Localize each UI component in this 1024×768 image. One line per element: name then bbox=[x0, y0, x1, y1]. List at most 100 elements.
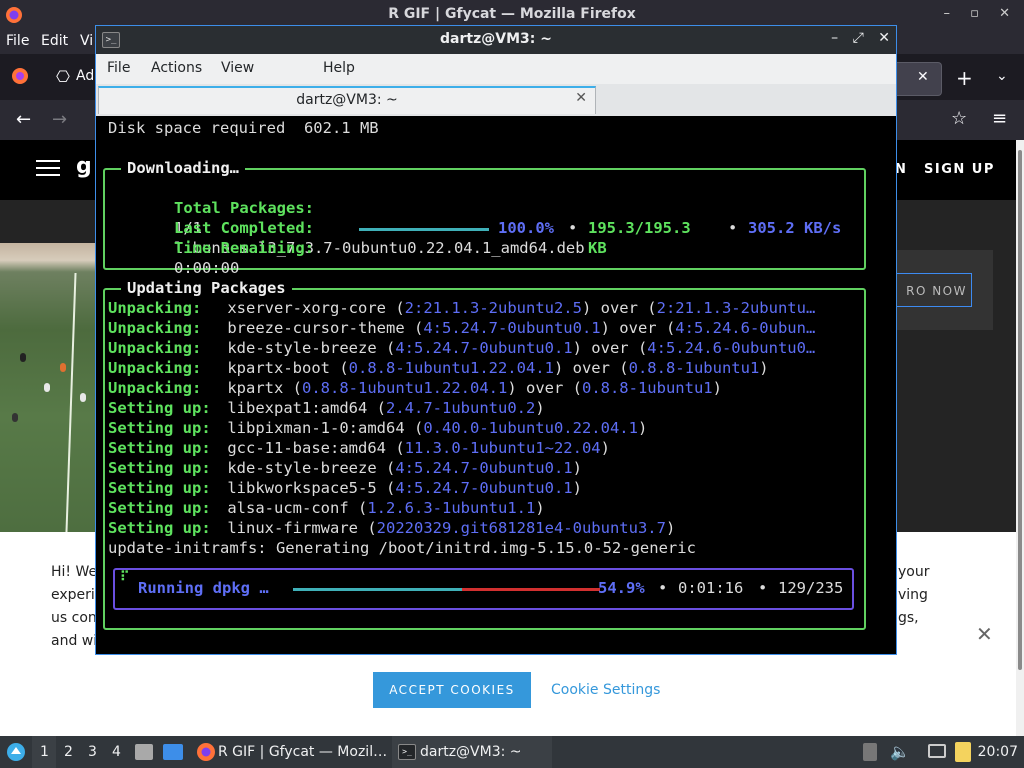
package-action: Unpacking: bbox=[108, 319, 202, 337]
konsole-menubar: File Actions View Help bbox=[96, 54, 896, 84]
package-name: breeze-cursor-theme bbox=[227, 319, 414, 337]
show-desktop-icon[interactable] bbox=[163, 744, 183, 760]
package-paren: ( bbox=[339, 359, 349, 377]
page-scrollbar-thumb[interactable] bbox=[1018, 150, 1022, 670]
package-line: Unpacking: xserver-xorg-core (2:21.1.3-2… bbox=[108, 298, 815, 318]
download-size-unit: KB bbox=[588, 239, 607, 257]
konsole-menu-file[interactable]: File bbox=[107, 60, 130, 76]
bookmark-star-icon[interactable]: ☆ bbox=[951, 108, 967, 129]
package-name: kpartx-boot bbox=[227, 359, 340, 377]
tab-close-icon[interactable]: ✕ bbox=[575, 90, 587, 106]
cookie-text-line: and wi bbox=[51, 633, 98, 649]
package-paren: ( bbox=[395, 299, 405, 317]
package-action: Unpacking: bbox=[108, 339, 202, 357]
package-over: ) bbox=[600, 439, 610, 457]
konsole-menu-view[interactable]: View bbox=[221, 60, 254, 76]
new-tab-icon[interactable]: + bbox=[956, 66, 973, 90]
firefox-menu-view[interactable]: Vi bbox=[80, 33, 93, 49]
site-menu-icon[interactable] bbox=[36, 160, 60, 176]
download-progress-track bbox=[359, 228, 489, 231]
download-size: 195.3/195.3 bbox=[588, 219, 691, 237]
package-line: Unpacking: kpartx (0.8.8-1ubuntu1.22.04.… bbox=[108, 378, 722, 398]
konsole-titlebar[interactable]: >_ dartz@VM3: ~ – ⤢ ✕ bbox=[96, 26, 896, 54]
updating-packages-title: Updating Packages bbox=[121, 278, 292, 298]
taskbar-konsole[interactable]: >_ dartz@VM3: ~ bbox=[392, 736, 552, 768]
back-arrow-icon[interactable]: ← bbox=[16, 109, 31, 130]
package-new-version: 4:5.24.7-0ubuntu0.1 bbox=[423, 319, 601, 337]
package-name: libpixman-1-0:amd64 bbox=[227, 419, 414, 437]
dpkg-progress-track bbox=[293, 588, 600, 591]
package-paren: ( bbox=[358, 499, 368, 517]
site-logo-icon[interactable]: g bbox=[76, 154, 92, 179]
package-new-version: 4:5.24.7-0ubuntu0.1 bbox=[395, 459, 573, 477]
cookie-text-line: ving bbox=[898, 587, 928, 603]
package-action: Setting up: bbox=[108, 519, 211, 537]
package-line: Setting up: libkworkspace5-5 (4:5.24.7-0… bbox=[108, 478, 582, 498]
konsole-menu-actions[interactable]: Actions bbox=[151, 60, 202, 76]
package-new-version: 0.8.8-1ubuntu1.22.04.1 bbox=[302, 379, 508, 397]
separator-dot: • bbox=[758, 579, 768, 597]
cookie-settings-link[interactable]: Cookie Settings bbox=[551, 682, 660, 698]
package-paren: ( bbox=[376, 399, 386, 417]
package-action: Setting up: bbox=[108, 399, 211, 417]
clipboard-icon[interactable] bbox=[863, 743, 877, 761]
firefox-menu-edit[interactable]: Edit bbox=[41, 33, 68, 49]
terminal-area[interactable]: Disk space required 602.1 MB Downloading… bbox=[96, 116, 896, 654]
download-progress-fill bbox=[359, 228, 489, 231]
separator-dot: • bbox=[568, 219, 578, 237]
konsole-tab[interactable]: dartz@VM3: ~ ✕ bbox=[98, 86, 596, 114]
cookie-close-icon[interactable]: ✕ bbox=[976, 622, 993, 646]
volume-icon[interactable]: 🔈 bbox=[890, 742, 910, 761]
package-new-version: 4:5.24.7-0ubuntu0.1 bbox=[395, 479, 573, 497]
file-manager-icon[interactable] bbox=[135, 744, 153, 760]
firefox-tab-partial[interactable]: Ad bbox=[76, 68, 94, 84]
package-action: Setting up: bbox=[108, 479, 211, 497]
taskbar-firefox[interactable]: R GIF | Gfycat — Mozil… bbox=[192, 736, 388, 768]
video-thumbnail[interactable] bbox=[0, 243, 95, 532]
firefox-active-tab-end[interactable]: ✕ bbox=[895, 62, 942, 96]
package-name: libkworkspace5-5 bbox=[227, 479, 386, 497]
forward-arrow-icon[interactable]: → bbox=[52, 109, 67, 130]
package-over: ) over ( bbox=[553, 359, 629, 377]
firefox-view-icon[interactable] bbox=[10, 66, 30, 90]
package-line: Unpacking: breeze-cursor-theme (4:5.24.7… bbox=[108, 318, 815, 338]
hamburger-menu-icon[interactable]: ≡ bbox=[992, 108, 1007, 129]
app-launcher-icon[interactable] bbox=[6, 742, 26, 766]
konsole-window-title: dartz@VM3: ~ bbox=[440, 31, 552, 47]
package-line: Setting up: libexpat1:amd64 (2.4.7-1ubun… bbox=[108, 398, 545, 418]
notes-icon[interactable] bbox=[955, 742, 971, 762]
firefox-window-controls[interactable]: – ▫ ✕ bbox=[944, 6, 1018, 21]
display-icon[interactable] bbox=[928, 744, 946, 758]
package-line: Setting up: gcc-11-base:amd64 (11.3.0-1u… bbox=[108, 438, 610, 458]
desktop-switch-1[interactable]: 1 bbox=[40, 744, 49, 760]
download-percent: 100.0% bbox=[498, 219, 554, 237]
tab-list-chevron-icon[interactable]: ⌄ bbox=[996, 68, 1008, 84]
package-over: ) bbox=[572, 459, 582, 477]
konsole-menu-help[interactable]: Help bbox=[323, 60, 355, 76]
desktop-switch-2[interactable]: 2 bbox=[64, 744, 73, 760]
site-sign-up-link[interactable]: SIGN UP bbox=[924, 162, 995, 177]
package-over: ) bbox=[535, 499, 545, 517]
accept-cookies-button[interactable]: ACCEPT COOKIES bbox=[373, 672, 531, 708]
desktop-switch-4[interactable]: 4 bbox=[112, 744, 121, 760]
package-action: Unpacking: bbox=[108, 379, 202, 397]
package-old-version: 2:21.1.3-2ubuntu… bbox=[656, 299, 816, 317]
terminal-app-icon: >_ bbox=[398, 744, 416, 760]
package-over: ) over ( bbox=[572, 339, 648, 357]
firefox-icon bbox=[196, 742, 216, 766]
taskbar-konsole-label: dartz@VM3: ~ bbox=[420, 744, 522, 760]
tab-puzzle-icon: ⎔ bbox=[56, 67, 70, 86]
close-window-icon[interactable]: ✕ bbox=[878, 30, 890, 46]
desktop-switch-3[interactable]: 3 bbox=[88, 744, 97, 760]
site-promo-button[interactable]: RO NOW bbox=[895, 273, 972, 307]
firefox-menu-file[interactable]: File bbox=[6, 33, 29, 49]
maximize-icon[interactable]: ⤢ bbox=[853, 30, 864, 46]
firefox-window-title: R GIF | Gfycat — Mozilla Firefox bbox=[388, 6, 636, 22]
package-paren: ( bbox=[292, 379, 303, 397]
tab-close-icon[interactable]: ✕ bbox=[917, 69, 929, 85]
minimize-icon[interactable]: – bbox=[831, 30, 838, 46]
package-new-version: 11.3.0-1ubuntu1~22.04 bbox=[404, 439, 601, 457]
